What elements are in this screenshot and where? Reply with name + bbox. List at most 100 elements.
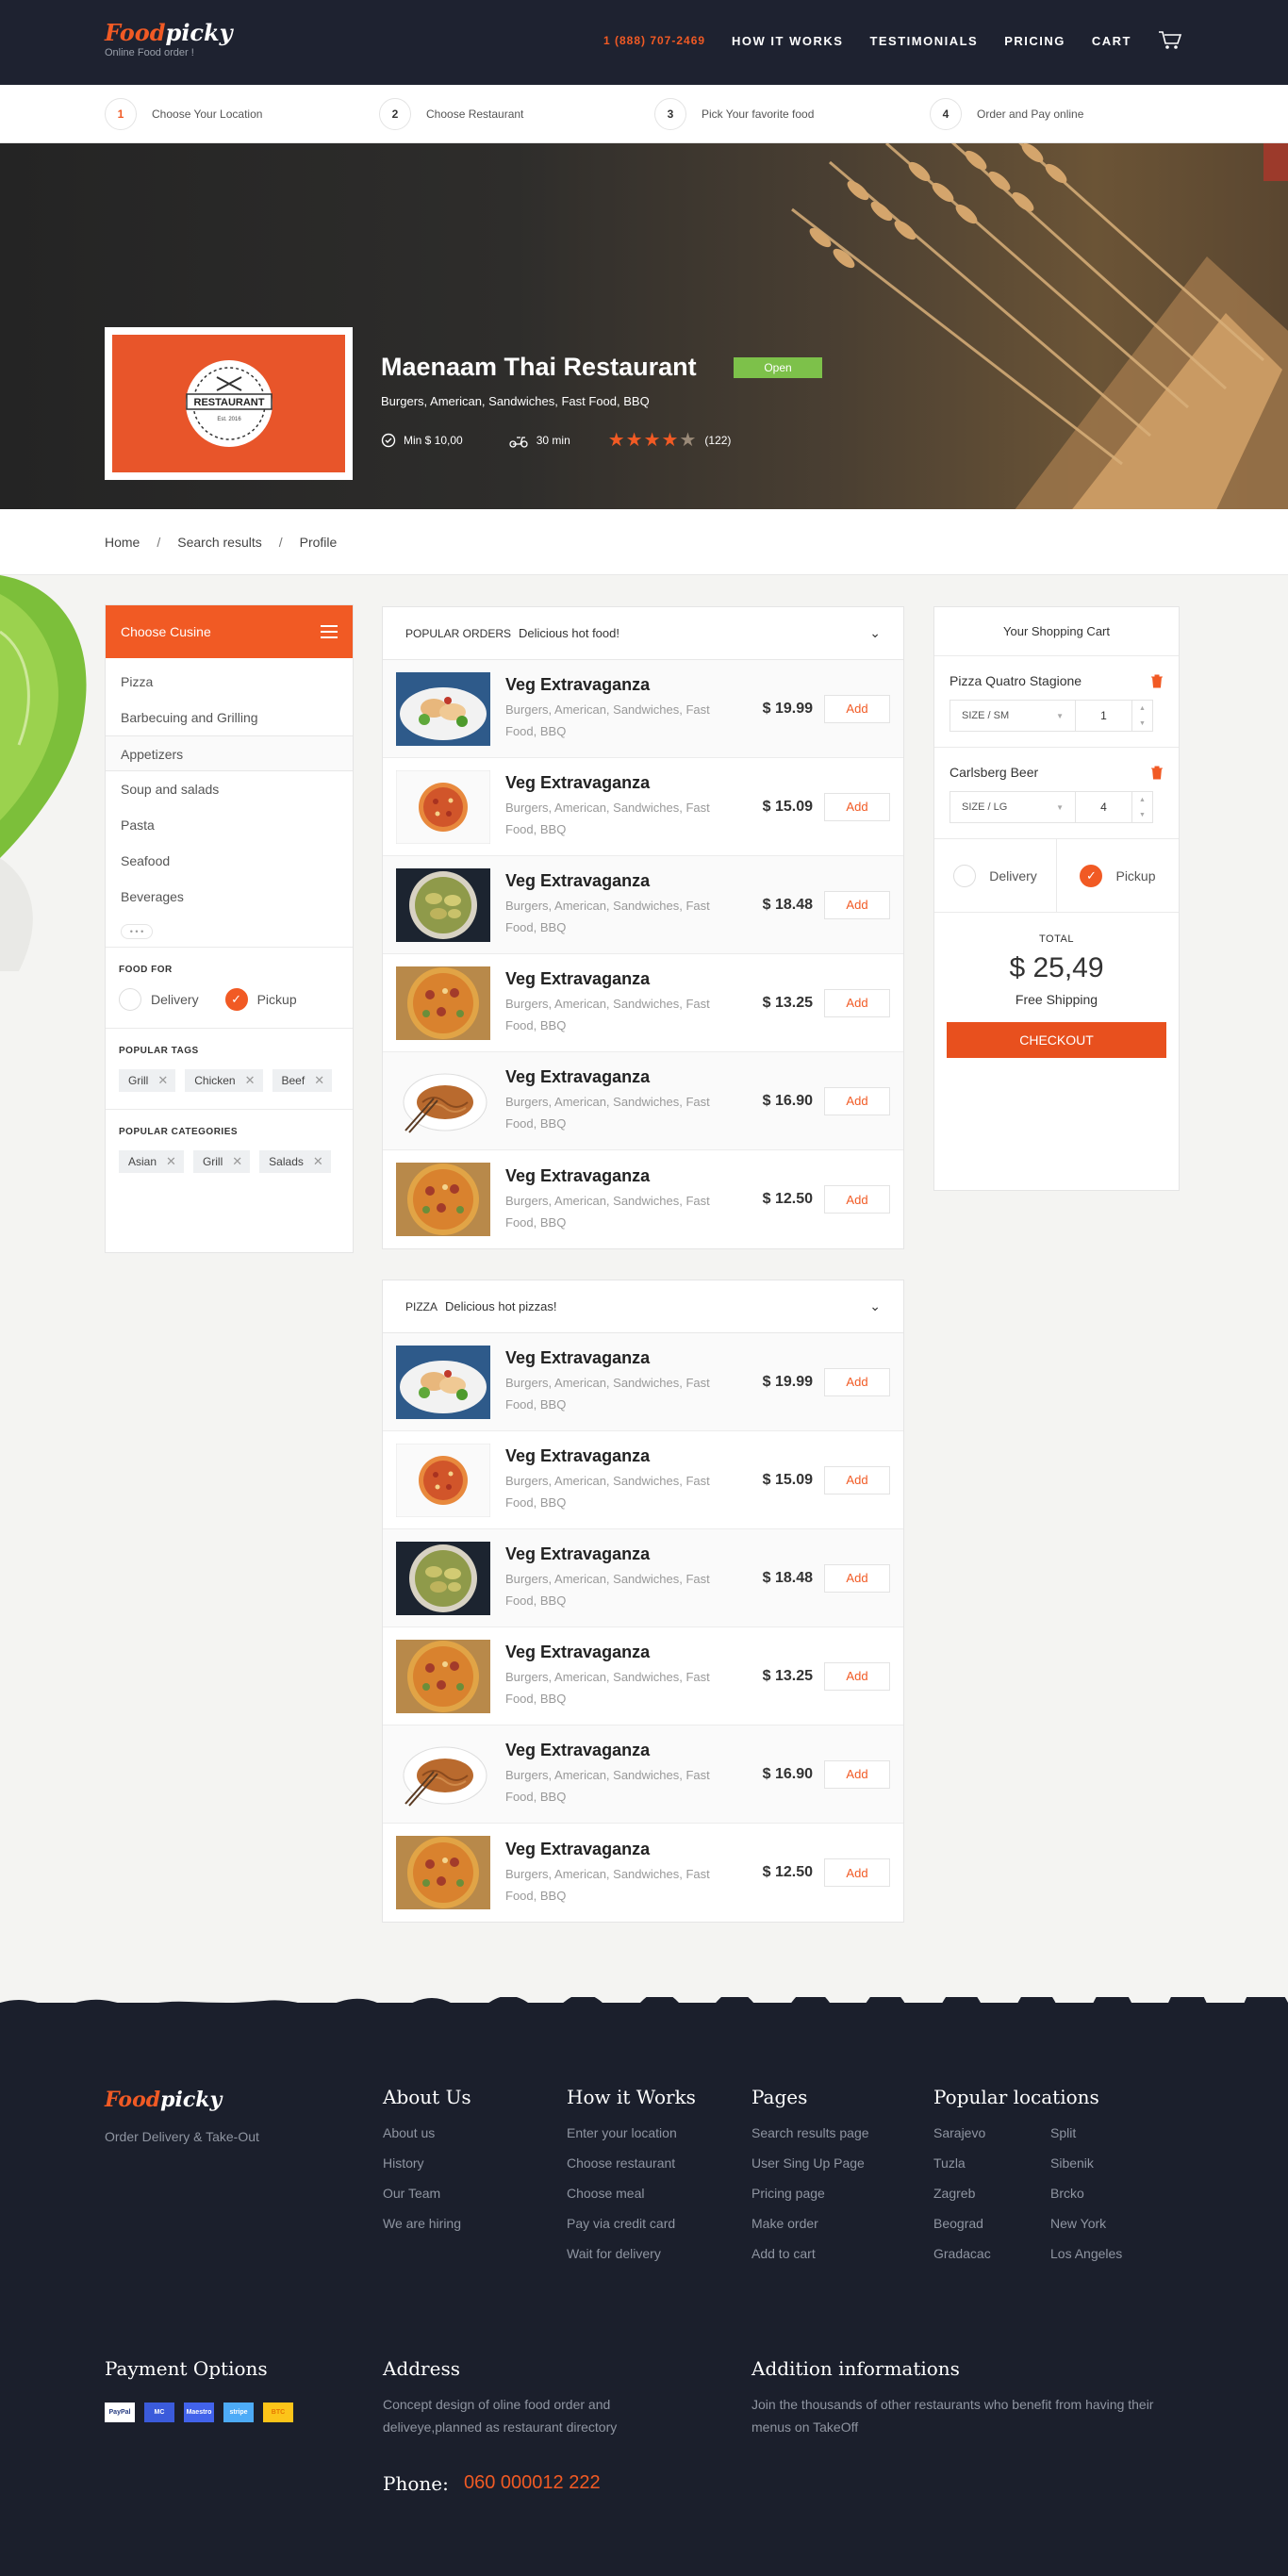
- more-button[interactable]: • • •: [121, 924, 153, 939]
- nav-pricing[interactable]: PRICING: [1004, 34, 1065, 48]
- tag-chip[interactable]: Beef ✕: [272, 1069, 333, 1092]
- location-link[interactable]: Split: [1050, 2125, 1167, 2155]
- menu-item-name[interactable]: Veg Extravaganza: [505, 1643, 732, 1662]
- location-link[interactable]: Sibenik: [1050, 2155, 1167, 2186]
- category-chip[interactable]: Grill ✕: [192, 1150, 251, 1173]
- menu-icon[interactable]: [321, 625, 338, 638]
- header-phone[interactable]: 1 (888) 707-2469: [603, 34, 705, 47]
- location-link[interactable]: Los Angeles: [1050, 2246, 1167, 2276]
- remove-icon[interactable]: ✕: [157, 1073, 168, 1088]
- checkmark-icon[interactable]: ✓: [224, 988, 248, 1011]
- add-to-cart-button[interactable]: Add: [824, 1465, 890, 1494]
- menu-item-name[interactable]: Veg Extravaganza: [505, 1348, 732, 1368]
- chevron-down-icon[interactable]: ⌄: [869, 1298, 881, 1314]
- add-to-cart-button[interactable]: Add: [824, 890, 890, 919]
- footer-link[interactable]: Wait for delivery: [567, 2246, 696, 2276]
- nav-how-it-works[interactable]: HOW IT WORKS: [732, 34, 843, 48]
- footer-link[interactable]: Search results page: [751, 2125, 869, 2155]
- remove-icon[interactable]: ✕: [314, 1073, 324, 1088]
- radio-off[interactable]: [119, 988, 141, 1011]
- location-link[interactable]: Brcko: [1050, 2186, 1167, 2216]
- cuisine-item[interactable]: Pasta: [106, 807, 353, 843]
- location-link[interactable]: New York: [1050, 2216, 1167, 2246]
- nav-cart[interactable]: CART: [1092, 34, 1131, 48]
- add-to-cart-button[interactable]: Add: [824, 1185, 890, 1214]
- footer-link[interactable]: Pay via credit card: [567, 2216, 696, 2246]
- size-select[interactable]: SIZE / SM ▼: [949, 700, 1076, 732]
- footer-link[interactable]: Enter your location: [567, 2125, 696, 2155]
- add-to-cart-button[interactable]: Add: [824, 1759, 890, 1789]
- cuisine-item[interactable]: Beverages: [106, 879, 353, 915]
- delivery-option[interactable]: Delivery: [119, 988, 199, 1011]
- footer-link[interactable]: Our Team: [383, 2186, 471, 2216]
- tag-chip[interactable]: Grill ✕: [119, 1069, 176, 1092]
- pickup-option[interactable]: ✓ Pickup: [224, 988, 297, 1011]
- menu-item-name[interactable]: Veg Extravaganza: [505, 1446, 732, 1466]
- size-select[interactable]: SIZE / LG ▼: [949, 791, 1076, 823]
- menu-item-name[interactable]: Veg Extravaganza: [505, 969, 732, 989]
- add-to-cart-button[interactable]: Add: [824, 1661, 890, 1691]
- quantity-stepper[interactable]: ▲ ▼: [1132, 791, 1153, 823]
- cart-delivery-option[interactable]: Delivery: [934, 839, 1057, 912]
- menu-item-name[interactable]: Veg Extravaganza: [505, 1840, 732, 1859]
- menu-section-header[interactable]: PIZZA Delicious hot pizzas! ⌄: [383, 1280, 903, 1333]
- remove-icon[interactable]: ✕: [245, 1073, 256, 1088]
- remove-icon[interactable]: ✕: [313, 1154, 323, 1169]
- add-to-cart-button[interactable]: Add: [824, 1367, 890, 1396]
- cuisine-item[interactable]: Seafood: [106, 843, 353, 879]
- remove-icon[interactable]: ✕: [232, 1154, 242, 1169]
- footer-link[interactable]: We are hiring: [383, 2216, 471, 2246]
- add-to-cart-button[interactable]: Add: [824, 792, 890, 821]
- cuisine-item[interactable]: Pizza: [106, 664, 353, 700]
- menu-item-name[interactable]: Veg Extravaganza: [505, 675, 732, 695]
- chevron-down-icon[interactable]: ▼: [1139, 720, 1146, 727]
- menu-item-name[interactable]: Veg Extravaganza: [505, 1067, 732, 1087]
- tag-chip[interactable]: Chicken ✕: [185, 1069, 263, 1092]
- footer-link[interactable]: About us: [383, 2125, 471, 2155]
- footer-link[interactable]: Pricing page: [751, 2186, 869, 2216]
- cuisine-item[interactable]: Appetizers: [106, 735, 353, 771]
- menu-item-name[interactable]: Veg Extravaganza: [505, 1741, 732, 1760]
- menu-item-name[interactable]: Veg Extravaganza: [505, 1166, 732, 1186]
- footer-link[interactable]: History: [383, 2155, 471, 2186]
- menu-item-name[interactable]: Veg Extravaganza: [505, 1544, 732, 1564]
- nav-testimonials[interactable]: TESTIMONIALS: [869, 34, 978, 48]
- checkmark-icon[interactable]: ✓: [1080, 864, 1103, 887]
- cuisine-item[interactable]: Barbecuing and Grilling: [106, 700, 353, 735]
- cart-icon[interactable]: [1158, 30, 1182, 51]
- breadcrumb-search-results[interactable]: Search results: [177, 535, 261, 550]
- quantity-field[interactable]: 4: [1076, 791, 1132, 823]
- footer-link[interactable]: Choose meal: [567, 2186, 696, 2216]
- location-link[interactable]: Zagreb: [933, 2186, 1050, 2216]
- add-to-cart-button[interactable]: Add: [824, 1086, 890, 1115]
- cart-pickup-option[interactable]: ✓ Pickup: [1057, 839, 1179, 912]
- chevron-up-icon[interactable]: ▲: [1139, 705, 1146, 712]
- footer-logo[interactable]: Foodpicky: [105, 2088, 222, 2112]
- category-chip[interactable]: Salads ✕: [259, 1150, 331, 1173]
- menu-item-name[interactable]: Veg Extravaganza: [505, 773, 732, 793]
- cuisine-header[interactable]: Choose Cusine: [106, 605, 353, 658]
- chevron-down-icon[interactable]: ▼: [1139, 812, 1146, 818]
- category-chip[interactable]: Asian ✕: [119, 1150, 184, 1173]
- radio-off[interactable]: [953, 864, 977, 887]
- add-to-cart-button[interactable]: Add: [824, 988, 890, 1017]
- trash-icon[interactable]: [1150, 766, 1164, 780]
- logo[interactable]: Foodpicky: [105, 19, 233, 46]
- location-link[interactable]: Tuzla: [933, 2155, 1050, 2186]
- trash-icon[interactable]: [1150, 674, 1164, 688]
- add-to-cart-button[interactable]: Add: [824, 1858, 890, 1887]
- location-link[interactable]: Beograd: [933, 2216, 1050, 2246]
- location-link[interactable]: Gradacac: [933, 2246, 1050, 2276]
- checkout-button[interactable]: CHECKOUT: [947, 1022, 1166, 1058]
- footer-link[interactable]: User Sing Up Page: [751, 2155, 869, 2186]
- quantity-field[interactable]: 1: [1076, 700, 1132, 732]
- footer-link[interactable]: Make order: [751, 2216, 869, 2246]
- location-link[interactable]: Sarajevo: [933, 2125, 1050, 2155]
- footer-link[interactable]: Choose restaurant: [567, 2155, 696, 2186]
- cuisine-item[interactable]: Soup and salads: [106, 771, 353, 807]
- quantity-stepper[interactable]: ▲ ▼: [1132, 700, 1153, 732]
- breadcrumb-home[interactable]: Home: [105, 535, 140, 550]
- chevron-down-icon[interactable]: ⌄: [869, 625, 881, 641]
- phone-number[interactable]: 060 000012 222: [464, 2472, 601, 2494]
- remove-icon[interactable]: ✕: [166, 1154, 176, 1169]
